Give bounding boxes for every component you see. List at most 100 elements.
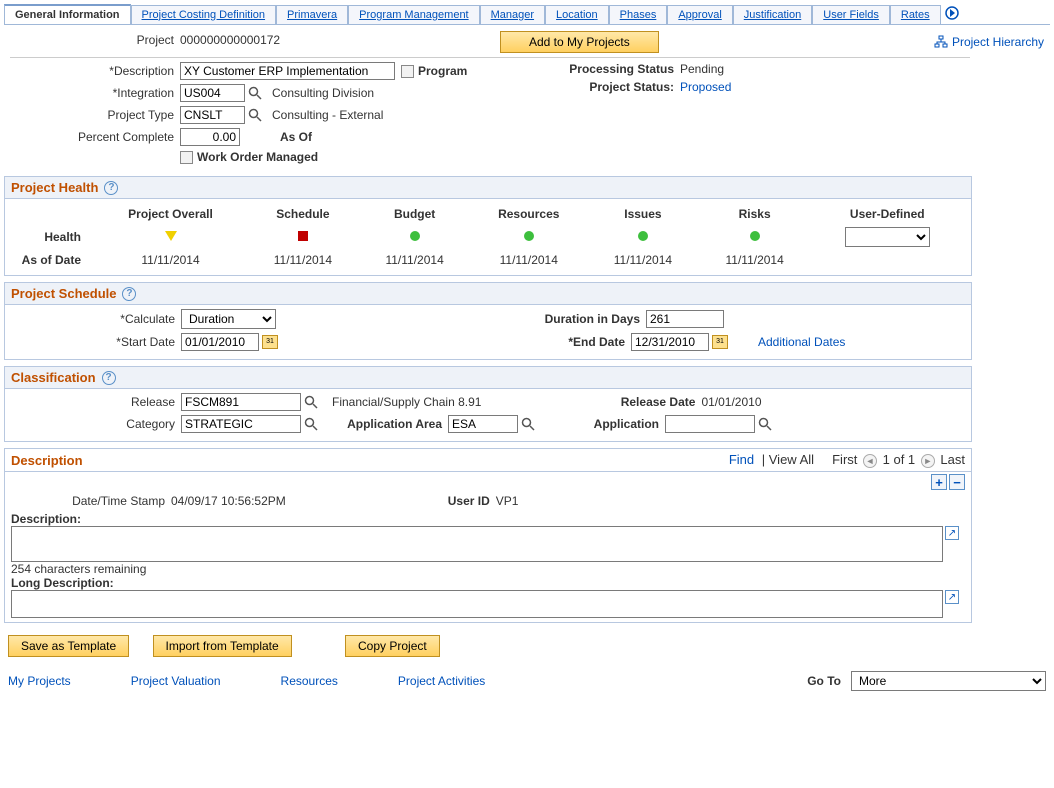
work-order-checkbox[interactable]: [180, 151, 193, 164]
delete-row-button[interactable]: −: [949, 474, 965, 490]
program-checkbox[interactable]: [401, 65, 414, 78]
timestamp-value: 04/09/17 10:56:52PM: [171, 494, 286, 508]
userid-label: User ID: [436, 494, 496, 508]
tab-justification[interactable]: Justification: [733, 5, 812, 24]
apparea-lookup-icon[interactable]: [521, 417, 535, 431]
my-projects-link[interactable]: My Projects: [8, 674, 71, 688]
calculate-select[interactable]: Duration: [181, 309, 276, 329]
tab-manager[interactable]: Manager: [480, 5, 545, 24]
tab-primavera[interactable]: Primavera: [276, 5, 348, 24]
long-description-textarea[interactable]: [11, 590, 943, 618]
description-expand-icon[interactable]: ↗: [945, 526, 959, 540]
category-label: Category: [11, 417, 181, 431]
chars-remaining: 254 characters remaining: [11, 562, 965, 576]
add-to-my-projects-button[interactable]: Add to My Projects: [500, 31, 659, 53]
health-col-issues: Issues: [588, 205, 698, 223]
timestamp-label: Date/Time Stamp: [11, 494, 171, 508]
start-date-input[interactable]: [181, 333, 259, 351]
project-schedule-help-icon[interactable]: ?: [122, 287, 136, 301]
percent-complete-input[interactable]: [180, 128, 240, 146]
resources-link[interactable]: Resources: [281, 674, 338, 688]
project-id-value: 000000000000172: [180, 33, 280, 47]
long-description-expand-icon[interactable]: ↗: [945, 590, 959, 604]
duration-input[interactable]: [646, 310, 724, 328]
project-schedule-section: Project Schedule ? Calculate Duration Du…: [4, 282, 972, 360]
tab-general-information[interactable]: General Information: [4, 4, 131, 24]
integration-lookup-icon[interactable]: [248, 86, 262, 100]
integration-label: Integration: [10, 86, 180, 100]
as-of-label: As Of: [280, 130, 312, 144]
processing-status-label: Processing Status: [550, 62, 680, 76]
duration-label: Duration in Days: [526, 312, 646, 326]
pager-text: 1 of 1: [883, 452, 916, 467]
apparea-input[interactable]: [448, 415, 518, 433]
release-lookup-icon[interactable]: [304, 395, 318, 409]
import-from-template-button[interactable]: Import from Template: [153, 635, 292, 657]
health-col-schedule: Schedule: [248, 205, 358, 223]
first-label: First: [832, 452, 857, 467]
health-asof-label: As of Date: [13, 251, 93, 269]
save-as-template-button[interactable]: Save as Template: [8, 635, 129, 657]
copy-project-button[interactable]: Copy Project: [345, 635, 440, 657]
project-health-title: Project Health: [11, 180, 98, 195]
health-budget-indicator-icon: [410, 231, 420, 241]
integration-desc: Consulting Division: [272, 86, 374, 100]
prev-row-icon[interactable]: ◄: [863, 454, 877, 468]
classification-help-icon[interactable]: ?: [102, 371, 116, 385]
start-date-calendar-icon[interactable]: 31: [262, 335, 278, 349]
project-type-input[interactable]: [180, 106, 245, 124]
start-date-label: Start Date: [11, 335, 181, 349]
additional-dates-link[interactable]: Additional Dates: [758, 335, 845, 349]
tab-program-management[interactable]: Program Management: [348, 5, 479, 24]
end-date-input[interactable]: [631, 333, 709, 351]
goto-select[interactable]: More: [851, 671, 1046, 691]
integration-input[interactable]: [180, 84, 245, 102]
category-input[interactable]: [181, 415, 301, 433]
project-hierarchy-link[interactable]: Project Hierarchy: [934, 35, 1044, 49]
end-date-label: End Date: [573, 335, 625, 349]
next-row-icon[interactable]: ►: [921, 454, 935, 468]
tab-scroll-right-icon[interactable]: [941, 6, 963, 23]
project-type-desc: Consulting - External: [272, 108, 383, 122]
release-desc: Financial/Supply Chain 8.91: [332, 395, 481, 409]
project-status-link[interactable]: Proposed: [680, 80, 731, 94]
health-col-budget: Budget: [360, 205, 470, 223]
description-field-label: Description:: [11, 512, 81, 526]
health-risks-date: 11/11/2014: [700, 251, 810, 269]
health-userdefined-select[interactable]: [845, 227, 930, 247]
description-input[interactable]: [180, 62, 395, 80]
release-label: Release: [11, 395, 181, 409]
tab-phases[interactable]: Phases: [609, 5, 668, 24]
health-col-resources: Resources: [471, 205, 586, 223]
tab-rates[interactable]: Rates: [890, 5, 941, 24]
tab-project-costing-definition[interactable]: Project Costing Definition: [131, 5, 277, 24]
description-textarea[interactable]: [11, 526, 943, 562]
health-schedule-indicator-icon: [298, 231, 308, 241]
health-row-label: Health: [13, 225, 93, 249]
project-type-lookup-icon[interactable]: [248, 108, 262, 122]
application-lookup-icon[interactable]: [758, 417, 772, 431]
description-section-title: Description: [11, 453, 83, 468]
calculate-label: Calculate: [11, 312, 181, 326]
application-input[interactable]: [665, 415, 755, 433]
end-date-calendar-icon[interactable]: 31: [712, 335, 728, 349]
health-risks-indicator-icon: [750, 231, 760, 241]
release-date-label: Release Date: [601, 395, 701, 409]
project-activities-link[interactable]: Project Activities: [398, 674, 485, 688]
application-label: Application: [535, 417, 665, 431]
work-order-label: Work Order Managed: [197, 150, 318, 164]
health-issues-indicator-icon: [638, 231, 648, 241]
tab-user-fields[interactable]: User Fields: [812, 5, 890, 24]
userid-value: VP1: [496, 494, 519, 508]
project-health-help-icon[interactable]: ?: [104, 181, 118, 195]
release-input[interactable]: [181, 393, 301, 411]
project-valuation-link[interactable]: Project Valuation: [131, 674, 221, 688]
project-status-label: Project Status:: [550, 80, 680, 94]
tab-approval[interactable]: Approval: [667, 5, 732, 24]
classification-title: Classification: [11, 370, 96, 385]
category-lookup-icon[interactable]: [304, 417, 318, 431]
add-row-button[interactable]: +: [931, 474, 947, 490]
find-link[interactable]: Find: [729, 452, 754, 467]
tab-location[interactable]: Location: [545, 5, 609, 24]
apparea-label: Application Area: [318, 417, 448, 431]
